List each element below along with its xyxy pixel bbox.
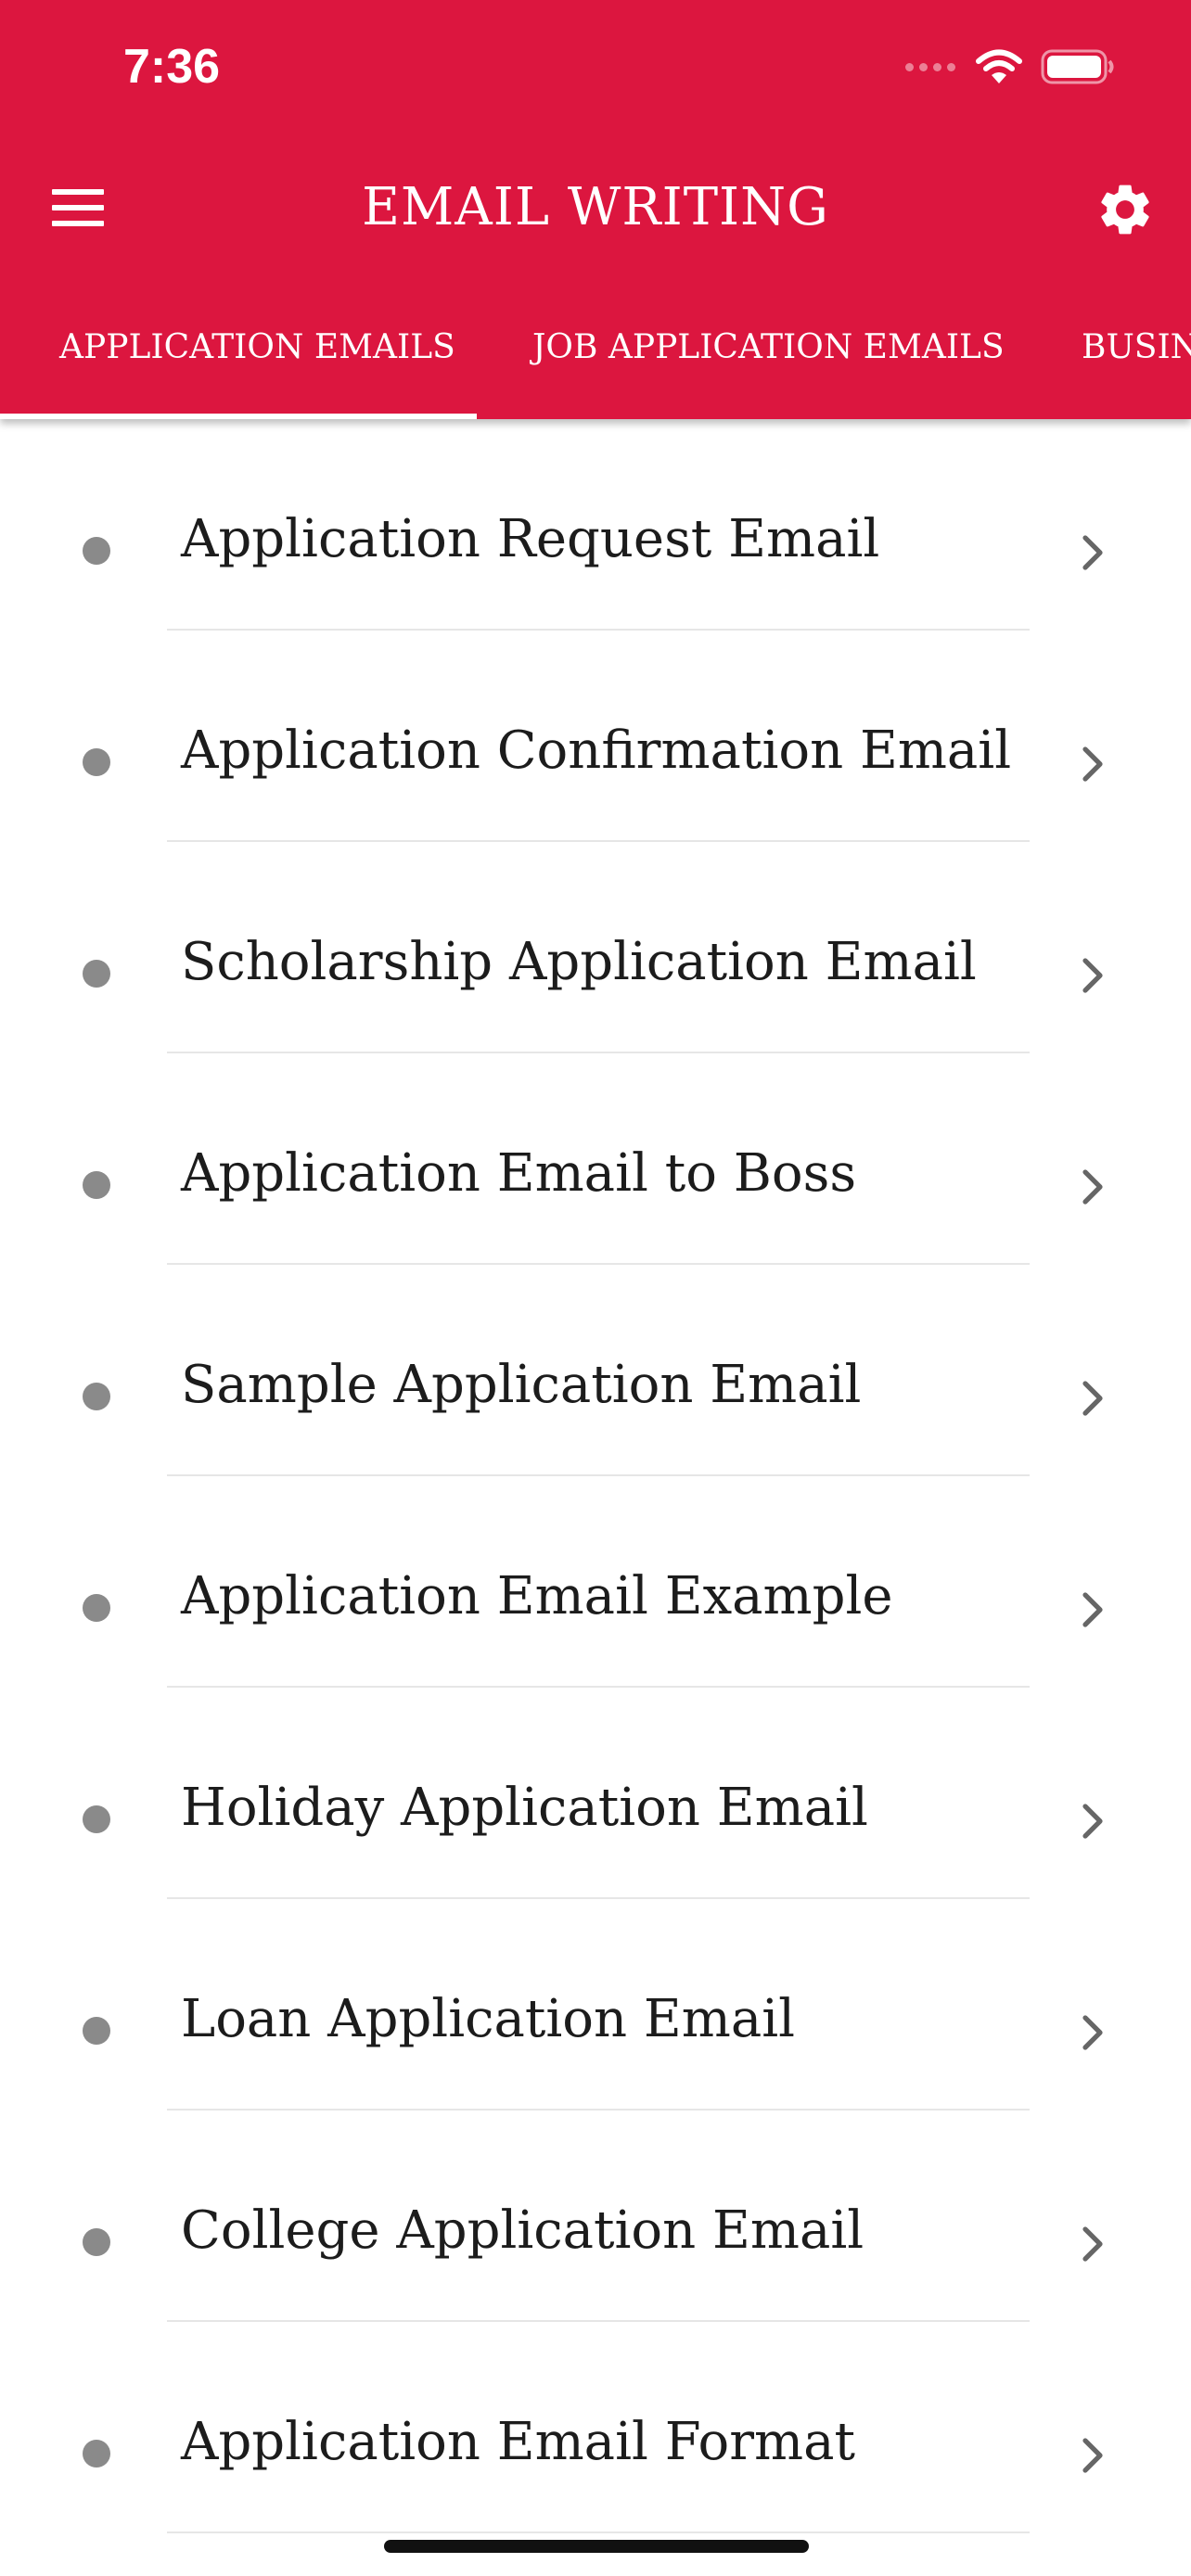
bullet-icon: [83, 2228, 110, 2256]
cellular-signal-icon: [905, 62, 955, 71]
list-item-label: Application Email Format: [181, 2412, 855, 2472]
bullet-icon: [83, 537, 110, 565]
menu-icon[interactable]: [52, 189, 104, 226]
chevron-right-icon: [1082, 1592, 1103, 1627]
app-bar: 7:36 EMAIL WRITING APPLICATION EMAILS JO…: [0, 0, 1191, 419]
chevron-right-icon: [1082, 535, 1103, 570]
email-list: Application Request Email Application Co…: [0, 419, 1191, 2533]
list-item[interactable]: Application Email Format: [0, 2322, 1191, 2533]
chevron-right-icon: [1082, 2226, 1103, 2262]
list-item-label: Sample Application Email: [181, 1355, 862, 1415]
chevron-right-icon: [1082, 1169, 1103, 1205]
home-indicator: [384, 2540, 809, 2553]
bullet-icon: [83, 1171, 110, 1199]
wifi-icon: [976, 49, 1022, 83]
selected-tab-indicator: [0, 414, 477, 419]
chevron-right-icon: [1082, 958, 1103, 993]
list-item[interactable]: Scholarship Application Email: [0, 842, 1191, 1053]
list-item[interactable]: Application Email to Boss: [0, 1053, 1191, 1265]
bullet-icon: [83, 960, 110, 988]
list-item-label: Application Confirmation Email: [181, 721, 1012, 781]
bullet-icon: [83, 2440, 110, 2468]
list-item[interactable]: Loan Application Email: [0, 1899, 1191, 2111]
bullet-icon: [83, 1594, 110, 1622]
list-item-label: Application Email to Boss: [181, 1143, 857, 1204]
chevron-right-icon: [1082, 2015, 1103, 2050]
divider: [167, 2531, 1030, 2533]
chevron-right-icon: [1082, 1381, 1103, 1416]
battery-icon: [1041, 49, 1114, 84]
list-item-label: Loan Application Email: [181, 1989, 796, 2049]
page-title: EMAIL WRITING: [362, 177, 829, 237]
status-icons: [905, 41, 1115, 93]
bullet-icon: [83, 1383, 110, 1410]
list-item[interactable]: Application Request Email: [0, 419, 1191, 631]
gear-icon[interactable]: [1095, 179, 1156, 240]
list-item-label: Application Request Email: [181, 509, 880, 569]
status-time: 7:36: [123, 40, 221, 94]
list-item[interactable]: Holiday Application Email: [0, 1688, 1191, 1899]
chevron-right-icon: [1082, 1804, 1103, 1839]
bullet-icon: [83, 2017, 110, 2045]
list-item-label: College Application Email: [181, 2200, 864, 2261]
bullet-icon: [83, 1805, 110, 1833]
list-item-label: Scholarship Application Email: [181, 932, 977, 992]
list-item[interactable]: Application Email Example: [0, 1476, 1191, 1688]
list-item-label: Application Email Example: [181, 1566, 893, 1626]
list-item[interactable]: Application Confirmation Email: [0, 631, 1191, 842]
chevron-right-icon: [1082, 2438, 1103, 2473]
tab-business-emails[interactable]: BUSINESS EMAILS: [1082, 315, 1191, 419]
tab-bar: APPLICATION EMAILS JOB APPLICATION EMAIL…: [0, 315, 1191, 419]
tab-application-emails[interactable]: APPLICATION EMAILS: [59, 315, 455, 419]
list-item[interactable]: Sample Application Email: [0, 1265, 1191, 1476]
chevron-right-icon: [1082, 746, 1103, 782]
list-item-label: Holiday Application Email: [181, 1778, 868, 1838]
tab-job-application-emails[interactable]: JOB APPLICATION EMAILS: [532, 315, 1005, 419]
bullet-icon: [83, 748, 110, 776]
list-item[interactable]: College Application Email: [0, 2111, 1191, 2322]
